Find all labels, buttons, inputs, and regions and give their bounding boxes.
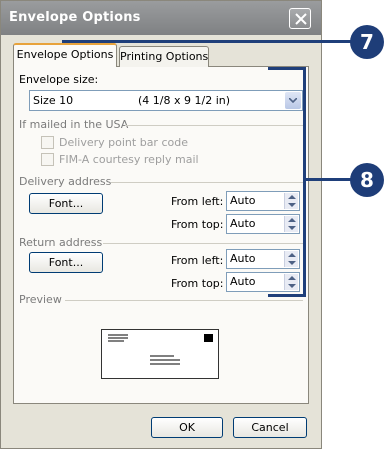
return-from-left-label: From left: xyxy=(171,254,224,267)
usa-group-divider xyxy=(125,125,303,126)
return-from-top-label: From top: xyxy=(171,277,224,290)
callout-8-vertical-line xyxy=(303,67,306,297)
delivery-font-button-label: Font... xyxy=(48,197,84,210)
close-icon xyxy=(295,13,307,25)
tab-printing-options-label: Printing Options xyxy=(120,50,209,63)
delivery-from-left-input[interactable]: Auto xyxy=(226,191,300,211)
return-from-left-input[interactable]: Auto xyxy=(226,249,300,269)
tab-printing-options[interactable]: Printing Options xyxy=(119,46,209,67)
cancel-button[interactable]: Cancel xyxy=(233,417,307,438)
delivery-font-button[interactable]: Font... xyxy=(29,193,103,214)
delivery-from-top-label: From top: xyxy=(171,218,224,231)
return-group-divider xyxy=(103,243,303,244)
callout-8-badge: 8 xyxy=(350,163,384,197)
dialog-title: Envelope Options xyxy=(9,10,141,25)
return-from-left-value: Auto xyxy=(230,252,256,265)
return-font-button-label: Font... xyxy=(48,256,84,269)
chevron-down-icon xyxy=(289,98,297,103)
fim-checkbox[interactable] xyxy=(41,153,54,166)
tab-envelope-options[interactable]: Envelope Options xyxy=(13,43,117,67)
usa-group-label: If mailed in the USA xyxy=(19,118,129,131)
return-from-top-spinner[interactable] xyxy=(284,274,298,290)
callout-7-number: 7 xyxy=(360,30,374,54)
delivery-barcode-checkbox[interactable] xyxy=(41,136,54,149)
delivery-address-group-label: Delivery address xyxy=(19,175,112,188)
fim-label: FIM-A courtesy reply mail xyxy=(59,153,199,166)
cancel-button-label: Cancel xyxy=(251,421,289,434)
preview-group-divider xyxy=(65,300,303,301)
delivery-from-top-value: Auto xyxy=(230,217,256,230)
delivery-from-top-spinner[interactable] xyxy=(284,216,298,232)
delivery-from-left-spinner[interactable] xyxy=(284,193,298,209)
delivery-from-left-label: From left: xyxy=(171,195,224,208)
envelope-size-dims: (4 1/8 x 9 1/2 in) xyxy=(138,94,231,107)
delivery-from-left-value: Auto xyxy=(230,194,256,207)
callout-8-connector xyxy=(303,178,353,181)
tab-envelope-options-label: Envelope Options xyxy=(16,48,114,61)
spinner-arrows-icon xyxy=(288,195,296,207)
return-from-top-input[interactable]: Auto xyxy=(226,272,300,292)
return-from-top-value: Auto xyxy=(230,275,256,288)
delivery-group-divider xyxy=(111,182,303,183)
close-button[interactable] xyxy=(289,8,311,29)
return-from-left-spinner[interactable] xyxy=(284,251,298,267)
callout-8-number: 8 xyxy=(360,168,374,192)
spinner-arrows-icon xyxy=(288,253,296,265)
spinner-arrows-icon xyxy=(288,276,296,288)
callout-7-badge: 7 xyxy=(350,25,384,59)
return-address-group-label: Return address xyxy=(19,236,103,249)
callout-8-top-line xyxy=(268,67,306,70)
ok-button[interactable]: OK xyxy=(151,417,223,438)
envelope-preview[interactable] xyxy=(101,329,219,379)
envelope-preview-graphic xyxy=(108,334,213,365)
delivery-from-top-input[interactable]: Auto xyxy=(226,214,300,234)
ok-button-label: OK xyxy=(179,421,195,434)
envelope-size-name: Size 10 xyxy=(33,94,74,107)
title-bar: Envelope Options xyxy=(1,1,321,35)
preview-group-label: Preview xyxy=(19,293,62,306)
spinner-arrows-icon xyxy=(288,218,296,230)
return-font-button[interactable]: Font... xyxy=(29,252,103,273)
delivery-barcode-label: Delivery point bar code xyxy=(59,136,188,149)
envelope-size-select[interactable]: Size 10 (4 1/8 x 9 1/2 in) xyxy=(29,90,303,111)
callout-8-bottom-line xyxy=(268,294,306,297)
envelope-size-label: Envelope size: xyxy=(19,73,99,86)
envelope-size-dropdown-button[interactable] xyxy=(285,92,301,109)
